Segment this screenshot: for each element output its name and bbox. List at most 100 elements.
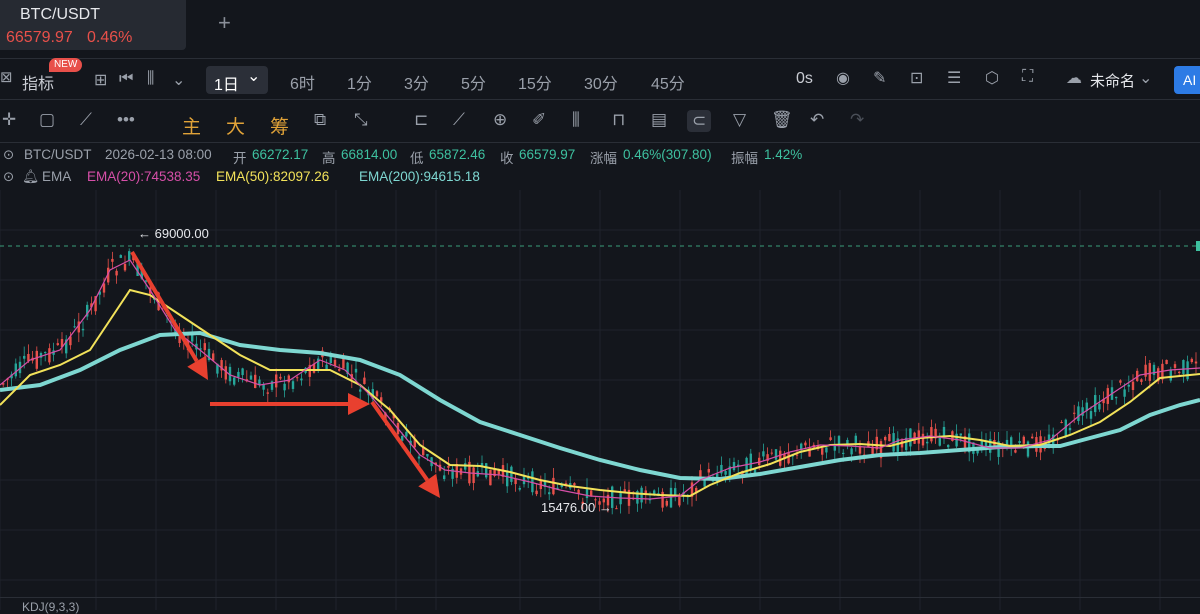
candle: [35, 350, 38, 369]
arrow-head: [348, 393, 370, 415]
candle: [1077, 406, 1080, 421]
grid-icon[interactable]: ⊞: [94, 70, 107, 90]
candle: [590, 490, 593, 496]
candle: [111, 258, 114, 262]
symbol-tab[interactable]: BTC/USDT 66579.97 0.46%: [0, 0, 186, 50]
candle-style-icon[interactable]: ⫼: [147, 70, 154, 88]
chart-grid: [0, 190, 1200, 610]
price-axis-marker: [1196, 241, 1200, 251]
candle: [1098, 403, 1101, 410]
delete-icon[interactable]: 🗑: [771, 110, 793, 130]
price-chart[interactable]: ← 69000.00 15476.00 →: [0, 190, 1200, 610]
compare-icon[interactable]: ⧉: [314, 110, 326, 130]
redo-icon[interactable]: ↷: [850, 110, 864, 130]
candle: [119, 255, 122, 258]
list-icon[interactable]: ☰: [947, 68, 961, 88]
fullscreen-icon[interactable]: ⛶: [1022, 68, 1033, 86]
replay-icon[interactable]: ⏮: [119, 70, 133, 88]
arrow-shaft: [130, 250, 199, 363]
interval-3m[interactable]: 3分: [404, 70, 429, 94]
ema-label: EMA: [42, 169, 72, 184]
ohlc-symbol: BTC/USDT: [24, 147, 92, 162]
interval-selector[interactable]: 1日 ⌄: [206, 66, 268, 94]
interval-15m[interactable]: 15分: [518, 70, 552, 94]
low-value: 65872.46: [429, 147, 486, 162]
big-order-button[interactable]: 大: [226, 112, 245, 139]
alert-icon[interactable]: ⊡: [910, 68, 923, 88]
text-tool-icon[interactable]: ⊏: [414, 110, 428, 130]
candle: [1026, 441, 1030, 457]
bars-icon[interactable]: ⫼: [572, 110, 580, 130]
crosshair-icon[interactable]: ✛: [2, 110, 16, 130]
collapse-icon[interactable]: ⊙: [3, 147, 14, 163]
interval-6h[interactable]: 6时: [290, 70, 315, 94]
candle: [233, 377, 236, 385]
candle: [279, 376, 282, 379]
candle: [241, 368, 244, 376]
candle: [518, 487, 521, 490]
candle: [237, 371, 240, 378]
candle: [1173, 364, 1177, 368]
interval-5m[interactable]: 5分: [461, 70, 486, 94]
interval-1m[interactable]: 1分: [347, 70, 372, 94]
interval-45m[interactable]: 45分: [651, 70, 685, 94]
candle: [942, 426, 946, 436]
candle: [73, 326, 76, 328]
layout-name[interactable]: 未命名: [1090, 70, 1135, 91]
zoom-icon[interactable]: ⊕: [493, 110, 507, 130]
candle: [48, 348, 51, 363]
note-icon[interactable]: ▤: [651, 110, 667, 130]
cloud-icon[interactable]: ☁: [1066, 68, 1082, 88]
main-indicator-button[interactable]: 主: [182, 112, 201, 139]
ruler-icon[interactable]: ⟋: [453, 110, 465, 130]
candle: [548, 492, 551, 495]
interval-30m[interactable]: 30分: [584, 70, 618, 94]
low-annotation: 15476.00 →: [541, 500, 612, 515]
brush-icon[interactable]: ✐: [532, 110, 546, 130]
undo-icon[interactable]: ↶: [810, 110, 824, 130]
candle: [531, 471, 534, 493]
candle: [854, 435, 857, 443]
candle: [1123, 389, 1126, 397]
candle: [506, 472, 509, 487]
indicators-button[interactable]: 指标: [22, 70, 54, 94]
bell-icon[interactable]: 🔔︎: [22, 169, 39, 185]
chips-button[interactable]: 筹: [270, 112, 289, 139]
candle: [665, 500, 668, 506]
candle: [1165, 359, 1168, 365]
amplitude-label: 振幅: [731, 151, 758, 166]
candle: [535, 490, 538, 495]
chart-type-icon[interactable]: ⊠: [0, 68, 13, 86]
more-icon[interactable]: •••: [117, 110, 135, 130]
collapse-icon[interactable]: ⊙: [3, 169, 14, 185]
magnet-icon[interactable]: ⊂: [687, 110, 712, 132]
candle: [14, 363, 17, 377]
candle: [287, 375, 290, 383]
drawing-toolbar: [0, 100, 1200, 143]
pen-icon[interactable]: ✎: [873, 68, 886, 88]
candle: [884, 436, 887, 441]
candle: [1186, 361, 1189, 380]
candle: [510, 466, 513, 482]
rectangle-icon[interactable]: ▢: [39, 110, 55, 130]
candle: [1194, 361, 1198, 364]
low-label: 低: [410, 151, 424, 166]
trend-tool-icon[interactable]: ⤡: [354, 110, 368, 130]
candle: [1014, 450, 1017, 453]
candle: [203, 343, 206, 351]
candle: [443, 475, 446, 480]
camera-icon[interactable]: ◉: [836, 68, 850, 88]
high-value: 66814.00: [341, 147, 398, 162]
line-icon[interactable]: ⟋: [80, 110, 92, 130]
candle: [325, 364, 328, 370]
add-tab-button[interactable]: +: [218, 10, 231, 36]
high-annotation: ← 69000.00: [138, 226, 209, 241]
chevron-down-icon[interactable]: ⌄: [172, 70, 185, 90]
candle: [1060, 422, 1063, 424]
lock-icon[interactable]: ⊓: [612, 110, 625, 130]
settings-icon[interactable]: ⬡: [985, 68, 999, 88]
filter-icon[interactable]: ▽: [733, 110, 746, 130]
chevron-down-icon[interactable]: ⌄: [1139, 68, 1152, 88]
ai-button[interactable]: AI: [1174, 66, 1200, 94]
candle: [329, 356, 332, 364]
